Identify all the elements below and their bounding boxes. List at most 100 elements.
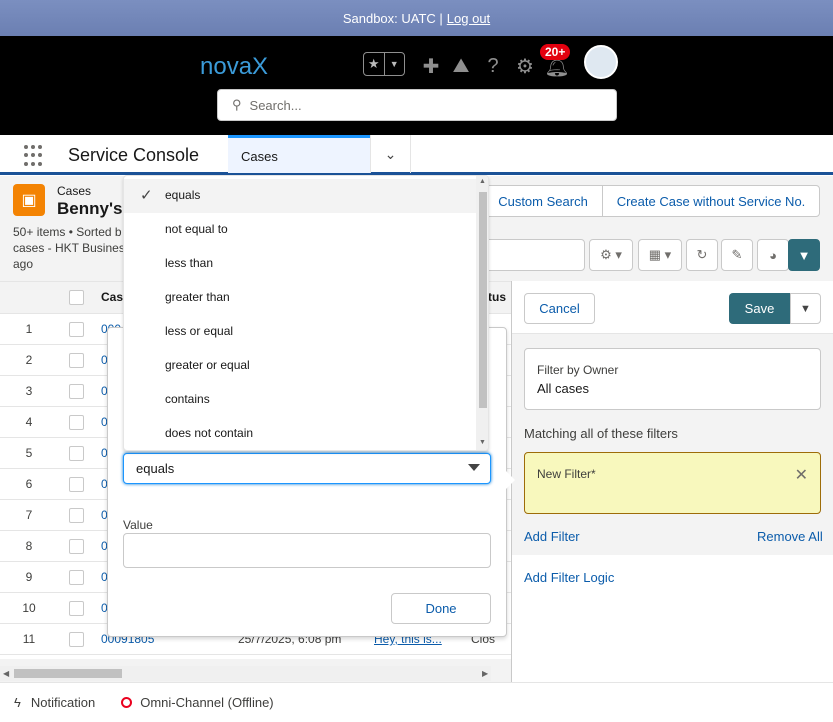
row-checkbox[interactable] <box>69 508 84 523</box>
scroll-thumb[interactable] <box>14 669 122 678</box>
logo-text: novaX <box>200 53 268 80</box>
operator-option-label: less than <box>165 256 214 270</box>
row-number: 5 <box>25 446 33 460</box>
value-input[interactable] <box>123 533 491 568</box>
column-status[interactable]: tus <box>488 290 506 304</box>
utility-bar: ϟ Notification Omni-Channel (Offline) <box>0 682 833 722</box>
app-launcher-icon[interactable] <box>24 145 46 167</box>
owner-value: All cases <box>537 381 590 396</box>
case-object-icon: ▣ <box>13 184 45 216</box>
save-button[interactable]: Save <box>729 293 790 324</box>
operator-option[interactable]: not equal to <box>124 213 476 247</box>
create-case-button[interactable]: Create Case without Service No. <box>602 185 820 217</box>
row-checkbox[interactable] <box>69 415 84 430</box>
value-label: Value <box>123 518 153 532</box>
omni-channel-item[interactable]: Omni-Channel (Offline) <box>121 695 274 710</box>
custom-search-button[interactable]: Custom Search <box>483 185 603 217</box>
matching-label: Matching all of these filters <box>524 426 678 441</box>
refresh-icon: ↻ <box>696 247 708 262</box>
operator-option-label: greater or equal <box>165 358 250 372</box>
row-checkbox[interactable] <box>69 446 84 461</box>
horizontal-scrollbar[interactable]: ◀ ▶ <box>0 666 491 681</box>
row-number: 8 <box>25 539 33 553</box>
filter-button[interactable]: ▼ <box>788 239 820 271</box>
select-all-checkbox[interactable] <box>69 290 84 305</box>
offline-status-icon <box>121 697 133 708</box>
novax-logo[interactable]: novaX <box>200 50 300 84</box>
operator-option[interactable]: greater than <box>124 281 476 315</box>
operator-dropdown: ✓ equals not equal to less than greater than… <box>123 175 489 451</box>
row-number: 9 <box>25 570 33 584</box>
avatar[interactable] <box>584 45 618 79</box>
row-number: 11 <box>22 632 36 646</box>
row-number: 2 <box>25 353 33 367</box>
object-label: Cases <box>57 184 92 198</box>
chevron-down-icon[interactable]: ▼ <box>383 53 405 75</box>
row-number: 7 <box>25 508 33 522</box>
global-search[interactable]: ⚲ Search... <box>217 89 617 121</box>
list-search-input[interactable] <box>483 239 585 271</box>
operator-option-label: not equal to <box>165 222 228 236</box>
check-icon: ✓ <box>140 187 153 204</box>
trailhead-icon[interactable]: ⛰ <box>449 54 473 78</box>
favorites-button[interactable]: ★ ▼ <box>363 52 405 76</box>
operator-value: equals <box>136 461 175 476</box>
close-icon[interactable]: ✕ <box>795 465 808 485</box>
logout-link[interactable]: Log out <box>447 11 490 26</box>
operator-option[interactable]: does not contain <box>124 417 476 450</box>
new-filter-card[interactable]: New Filter* ✕ <box>524 452 821 514</box>
operator-option[interactable]: less or equal <box>124 315 476 349</box>
done-button[interactable]: Done <box>391 593 491 624</box>
row-checkbox[interactable] <box>69 384 84 399</box>
display-as-button[interactable]: ▦ ▾ <box>638 239 682 271</box>
popover-nubbin <box>505 470 515 490</box>
add-filter-link[interactable]: Add Filter <box>524 529 580 544</box>
help-icon[interactable]: ? <box>481 54 505 78</box>
edit-button[interactable]: ✎ <box>721 239 753 271</box>
search-icon: ⚲ <box>232 97 242 112</box>
remove-all-link[interactable]: Remove All <box>757 529 823 544</box>
nav-menu-chevron-icon[interactable]: ⌄ <box>370 135 411 173</box>
app-name: Service Console <box>68 145 200 165</box>
notification-item[interactable]: ϟ Notification <box>14 695 95 710</box>
star-icon[interactable]: ★ <box>364 53 384 75</box>
row-number: 1 <box>25 322 33 336</box>
dropdown-scrollbar[interactable]: ▲ ▼ <box>476 176 488 450</box>
tab-cases[interactable]: Cases <box>228 135 370 173</box>
operator-option-label: less or equal <box>165 324 234 338</box>
operator-option[interactable]: ✓ equals <box>124 179 476 213</box>
row-checkbox[interactable] <box>69 539 84 554</box>
dropdown-scroll-thumb[interactable] <box>479 192 487 408</box>
operator-option[interactable]: greater or equal <box>124 349 476 383</box>
operator-option-label: greater than <box>165 290 230 304</box>
operator-select[interactable]: equals <box>123 453 491 484</box>
filter-panel: Cancel Save ▼ Filter by Owner All cases … <box>511 281 833 682</box>
row-checkbox[interactable] <box>69 601 84 616</box>
table-icon: ▦ ▾ <box>648 247 672 262</box>
operator-option-label: contains <box>165 392 210 406</box>
row-number: 10 <box>22 601 36 615</box>
filter-by-owner[interactable]: Filter by Owner All cases <box>524 348 821 410</box>
list-view-title[interactable]: Benny's <box>57 199 122 219</box>
row-checkbox[interactable] <box>69 322 84 337</box>
add-filter-logic-link[interactable]: Add Filter Logic <box>524 570 614 585</box>
row-checkbox[interactable] <box>69 353 84 368</box>
row-checkbox[interactable] <box>69 632 84 647</box>
list-meta: 50+ items • Sorted b cases - HKT Busines… <box>13 225 131 271</box>
operator-option[interactable]: contains <box>124 383 476 417</box>
operator-option[interactable]: less than <box>124 247 476 281</box>
row-checkbox[interactable] <box>69 570 84 585</box>
filter-panel-actions: Cancel Save ▼ <box>512 281 833 334</box>
save-options-chevron-icon[interactable]: ▼ <box>790 293 821 324</box>
cancel-button[interactable]: Cancel <box>524 293 595 324</box>
lightning-icon: ϟ <box>14 695 21 710</box>
charts-button[interactable]: ◕ <box>757 239 789 271</box>
caret-down-icon <box>468 464 480 471</box>
list-settings-button[interactable]: ⚙ ▾ <box>589 239 633 271</box>
gear-icon[interactable]: ⚙ <box>513 54 537 78</box>
add-icon[interactable]: ✚ <box>419 54 443 78</box>
operator-option-label: equals <box>165 188 201 202</box>
notification-badge: 20+ <box>540 44 571 60</box>
row-checkbox[interactable] <box>69 477 84 492</box>
refresh-button[interactable]: ↻ <box>686 239 718 271</box>
